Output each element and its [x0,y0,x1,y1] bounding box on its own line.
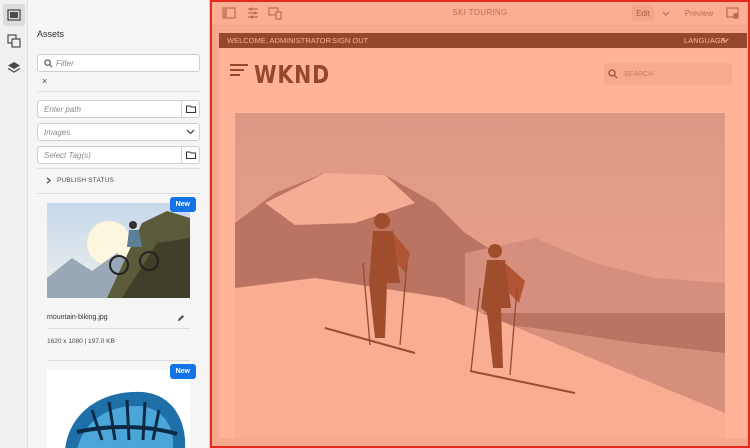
components-button[interactable] [3,30,25,52]
content-tree-button[interactable] [3,57,25,79]
chevron-right-icon [46,177,51,184]
clear-filter-button[interactable]: × [42,76,47,86]
folder-icon [185,105,196,113]
divider [37,91,200,92]
hero-image [235,113,725,438]
publish-status-toggle[interactable]: PUBLISH STATUS [46,177,114,184]
preview-button[interactable]: Preview [682,5,716,21]
tags-input[interactable]: Select Tag(s) [37,146,200,164]
annotate-icon[interactable] [726,6,740,20]
language-menu[interactable]: LANGUAGE [684,36,726,45]
site-topbar: WELCOME, ADMINISTRATOR SIGN OUT LANGUAGE [219,33,747,48]
edit-mode-button[interactable]: Edit [632,5,654,21]
asset-filename: mountain-biking.jpg [47,314,108,321]
sign-out-link[interactable]: SIGN OUT [332,36,368,45]
site-logo: WKND [254,60,330,89]
assets-icon [7,9,21,21]
asset-info: 1620 x 1080 | 197.0 KB [47,338,115,345]
new-badge: New [169,364,196,379]
divider [47,360,190,361]
asset-card[interactable]: New [47,197,196,298]
assets-finder-button[interactable] [3,4,25,26]
asset-thumbnail [47,203,190,298]
new-badge: New [169,197,196,212]
folder-icon [185,151,196,159]
asset-card[interactable]: New [47,364,196,448]
site-search-input[interactable]: SEARCH [604,63,732,85]
mode-menu-button[interactable] [660,5,672,21]
path-browse-button[interactable] [181,101,199,117]
welcome-text: WELCOME, ADMINISTRATOR [227,36,331,45]
chevron-down-icon [722,38,729,43]
search-icon [44,58,53,67]
aem-page-editor: Assets Filter × Enter path Images Select… [0,0,750,448]
editor-area: SKI TOURING Edit Preview WELCOME, ADMINI… [210,0,750,448]
divider [37,168,200,169]
components-icon [7,34,21,48]
filter-input[interactable]: Filter [37,54,200,72]
side-rail [0,0,28,448]
tags-browse-button[interactable] [181,147,199,163]
layers-icon [7,62,21,73]
edit-icon[interactable] [177,314,185,322]
chevron-down-icon [186,129,194,135]
assets-panel: Assets Filter × Enter path Images Select… [28,0,210,448]
panel-title: Assets [37,29,65,39]
path-input[interactable]: Enter path [37,100,200,118]
editor-toolbar: SKI TOURING Edit Preview [210,0,750,26]
asset-thumbnail [47,370,190,448]
asset-type-select[interactable]: Images [37,123,200,141]
divider [37,193,200,194]
divider [47,328,190,329]
page-frame: WELCOME, ADMINISTRATOR SIGN OUT LANGUAGE… [219,33,747,438]
search-icon [608,69,618,79]
hamburger-icon[interactable] [230,63,248,77]
chevron-down-icon [662,11,670,16]
